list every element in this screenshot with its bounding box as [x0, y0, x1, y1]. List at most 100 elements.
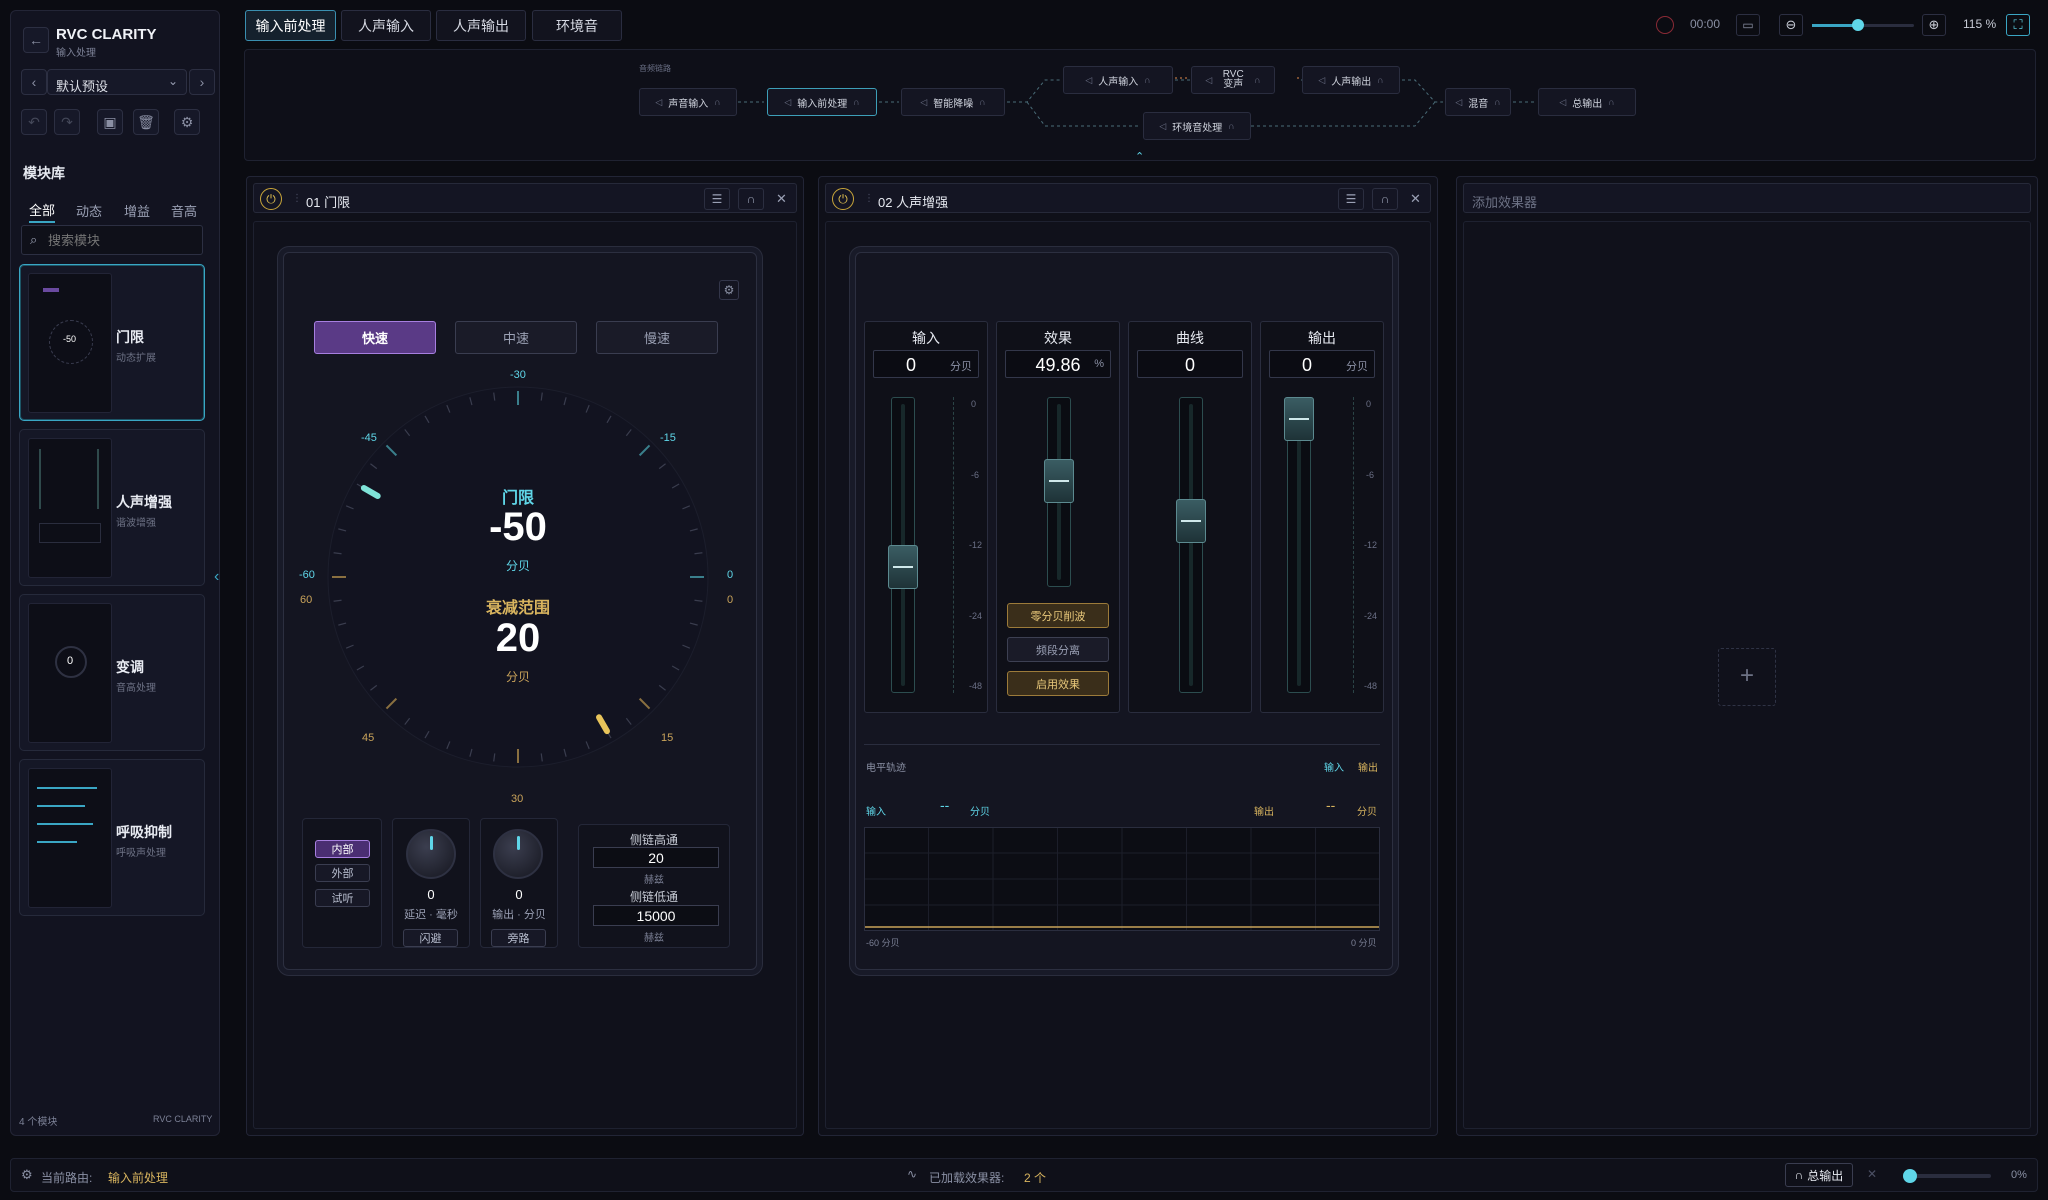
next-preset-icon[interactable]: ›: [189, 69, 215, 95]
library-tab-pitch[interactable]: 音高: [171, 197, 197, 223]
trash-icon[interactable]: 🗑: [133, 109, 159, 135]
speed-medium-button[interactable]: 中速: [455, 321, 577, 354]
delay-knob[interactable]: [406, 829, 456, 879]
strip-value-box[interactable]: 0 分贝: [1269, 350, 1375, 378]
strip-value-box[interactable]: 0 分贝: [873, 350, 979, 378]
sidechain-hp-input[interactable]: 20: [593, 847, 719, 868]
tab-pre-input[interactable]: 输入前处理: [245, 10, 336, 41]
trace-legend-input: 输入: [1324, 763, 1344, 774]
folder-icon[interactable]: ▭: [1736, 14, 1760, 36]
module-desc: 谐波增强: [116, 518, 156, 529]
library-tab-all[interactable]: 全部: [29, 197, 56, 223]
gear-icon[interactable]: ⚙: [719, 280, 739, 300]
gear-icon[interactable]: ⚙: [174, 109, 200, 135]
power-icon[interactable]: ⏻: [260, 188, 282, 210]
route-node-rvc[interactable]: ◁ RVC 变声 ∩: [1191, 66, 1275, 94]
route-node-denoise[interactable]: ◁ 智能降噪 ∩: [901, 88, 1005, 116]
preset-select[interactable]: 默认预设 ⌄: [47, 69, 187, 95]
dial-tick-label: 60: [300, 594, 313, 606]
master-output-button[interactable]: ∩ 总输出: [1785, 1163, 1853, 1187]
tab-vocal-input[interactable]: 人声输入: [341, 10, 431, 41]
enable-effect-button[interactable]: 启用效果: [1007, 671, 1109, 696]
level-trace-graph: [864, 827, 1380, 931]
module-card-pitch[interactable]: 0 变调 音高处理: [19, 594, 205, 751]
prev-preset-icon[interactable]: ‹: [21, 69, 47, 95]
trace-input-label: 输入: [866, 807, 886, 818]
collapse-sidebar-icon[interactable]: ‹: [214, 568, 228, 592]
drag-handle-icon[interactable]: ⋮: [292, 193, 302, 204]
zoom-slider-handle[interactable]: [1851, 19, 1864, 31]
close-icon[interactable]: ✕: [776, 191, 787, 207]
route-node-master[interactable]: ◁ 总输出 ∩: [1538, 88, 1636, 116]
module-card-gate[interactable]: -50 门限 动态扩展: [19, 264, 205, 421]
curve-fader-track[interactable]: [1179, 397, 1203, 693]
output-fader-track[interactable]: [1287, 397, 1311, 693]
strip-curve: 曲线 0: [1128, 321, 1252, 713]
strip-effect: 效果 49.86% 零分贝削波 频段分离 启用效果: [996, 321, 1120, 713]
footer-brand: RVC CLARITY: [153, 1114, 213, 1124]
master-volume-slider[interactable]: [1903, 1169, 1991, 1183]
speed-fast-button[interactable]: 快速: [314, 321, 436, 354]
source-internal-button[interactable]: 内部: [315, 840, 370, 858]
source-external-button[interactable]: 外部: [315, 864, 370, 882]
library-tab-gain[interactable]: 增益: [124, 197, 150, 223]
strip-input: 输入 0 分贝: [864, 321, 988, 713]
input-fader-handle[interactable]: [888, 545, 918, 589]
save-icon[interactable]: ▣: [97, 109, 123, 135]
output-fader-handle[interactable]: [1284, 397, 1314, 441]
sidechain-lp-input[interactable]: 15000: [593, 905, 719, 926]
headphone-icon[interactable]: ∩: [1372, 188, 1398, 210]
module-name: 门限: [116, 329, 144, 345]
close-icon[interactable]: ✕: [1410, 191, 1421, 207]
tab-vocal-output[interactable]: 人声输出: [436, 10, 526, 41]
collapse-routing-icon[interactable]: ⌃: [1135, 150, 1144, 163]
route-node-ambient[interactable]: ◁ 环境音处理 ∩: [1143, 112, 1251, 140]
add-effect-plus-icon[interactable]: +: [1718, 648, 1776, 706]
zoom-slider[interactable]: [1812, 19, 1914, 31]
output-knob[interactable]: [493, 829, 543, 879]
module-thumbnail: 0: [28, 603, 112, 743]
meter-scale-label: -12: [969, 540, 983, 550]
route-node-sound-input[interactable]: ◁ 声音输入 ∩: [639, 88, 737, 116]
fullscreen-icon[interactable]: ⛶: [2006, 14, 2030, 36]
mute-icon[interactable]: ✕: [1867, 1167, 1877, 1181]
master-volume-handle[interactable]: [1903, 1169, 1917, 1183]
gear-icon[interactable]: ⚙: [21, 1167, 33, 1183]
module-card-vocal-enhance[interactable]: 人声增强 谐波增强: [19, 429, 205, 586]
record-icon[interactable]: [1656, 16, 1674, 34]
sliders-icon[interactable]: ☰: [704, 188, 730, 210]
power-icon[interactable]: ⏻: [832, 188, 854, 210]
strip-value-box[interactable]: 49.86%: [1005, 350, 1111, 378]
bypass-button[interactable]: 旁路: [491, 929, 546, 947]
module-search[interactable]: ⌕: [21, 225, 203, 255]
strip-unit: %: [1094, 358, 1104, 370]
route-node-vocal-out[interactable]: ◁ 人声输出 ∩: [1302, 66, 1400, 94]
headphone-icon[interactable]: ∩: [738, 188, 764, 210]
node-label: 人声输出: [1331, 76, 1372, 88]
zoom-level: 115 %: [1963, 17, 1997, 31]
zoom-out-icon[interactable]: ⊖: [1779, 14, 1803, 36]
back-arrow-icon[interactable]: ←: [23, 27, 49, 53]
curve-fader-handle[interactable]: [1176, 499, 1206, 543]
redo-icon[interactable]: ↷: [54, 109, 80, 135]
zoom-in-icon[interactable]: ⊕: [1922, 14, 1946, 36]
route-node-mix[interactable]: ◁ 混音 ∩: [1445, 88, 1511, 116]
library-tab-dynamics[interactable]: 动态: [76, 197, 102, 223]
sliders-icon[interactable]: ☰: [1338, 188, 1364, 210]
tab-ambient[interactable]: 环境音: [532, 10, 622, 41]
route-node-pre[interactable]: ◁ 输入前处理 ∩: [767, 88, 877, 116]
undo-icon[interactable]: ↶: [21, 109, 47, 135]
route-node-vocal-in[interactable]: ◁ 人声输入 ∩: [1063, 66, 1173, 94]
zero-db-clip-button[interactable]: 零分贝削波: [1007, 603, 1109, 628]
source-listen-button[interactable]: 试听: [315, 889, 370, 907]
effect-fader-handle[interactable]: [1044, 459, 1074, 503]
gate-dial[interactable]: [305, 365, 735, 795]
drag-handle-icon[interactable]: ⋮: [864, 193, 874, 204]
search-input[interactable]: [48, 230, 198, 250]
module-card-breath[interactable]: 呼吸抑制 呼吸声处理: [19, 759, 205, 916]
band-split-button[interactable]: 频段分离: [1007, 637, 1109, 662]
duck-button[interactable]: 闪避: [403, 929, 458, 947]
strip-value-box[interactable]: 0: [1137, 350, 1243, 378]
meter-scale-label: -24: [969, 611, 983, 621]
speed-slow-button[interactable]: 慢速: [596, 321, 718, 354]
